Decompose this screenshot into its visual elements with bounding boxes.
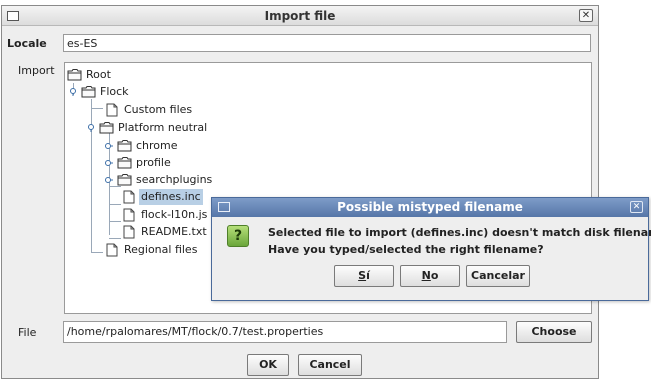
folder-icon (67, 69, 82, 81)
file-icon (123, 208, 135, 222)
file-icon (123, 225, 135, 239)
tree-label-custom-files: Custom files (124, 103, 193, 116)
tree-label-root: Root (86, 68, 111, 81)
tree-label-profile: profile (136, 156, 171, 169)
cancelar-button[interactable]: Cancelar (466, 265, 530, 287)
file-label: File (18, 326, 37, 339)
folder-icon (117, 174, 132, 186)
folder-icon (99, 122, 114, 134)
mistyped-filename-dialog: Possible mistyped filename ✕ ? Selected … (211, 197, 651, 301)
folder-icon (81, 86, 96, 98)
window-titlebar[interactable]: Import file ✕ (2, 6, 598, 26)
tree-label-platform-neutral: Platform neutral (118, 121, 208, 134)
cancel-button[interactable]: Cancel (298, 354, 362, 376)
tree-node-chrome[interactable]: chrome (105, 138, 225, 154)
import-label: Import (18, 64, 55, 77)
yes-button[interactable]: Sí (334, 265, 394, 287)
ok-button[interactable]: OK (247, 354, 289, 376)
tree-node-profile[interactable]: profile (105, 155, 225, 171)
tree-toggle-icon[interactable] (105, 142, 113, 150)
no-mnemonic: N (421, 269, 431, 282)
no-button[interactable]: No (400, 265, 460, 287)
dialog-titlebar[interactable]: Possible mistyped filename ✕ (212, 198, 648, 217)
tree-label-readme: README.txt (141, 225, 207, 238)
tree-node-flock[interactable]: Flock (69, 84, 129, 100)
tree-toggle-icon[interactable] (105, 159, 113, 167)
yes-mnemonic: S (358, 269, 367, 282)
tree-label-defines-inc: defines.inc (139, 189, 203, 205)
close-icon[interactable]: ✕ (579, 9, 593, 22)
locale-label: Locale (7, 37, 47, 50)
tree-label-chrome: chrome (136, 139, 178, 152)
tree-label-regional-files: Regional files (124, 243, 198, 256)
dialog-message-line2: Have you typed/selected the right filena… (268, 243, 544, 256)
tree-toggle-icon[interactable] (105, 176, 113, 184)
file-icon (106, 103, 118, 117)
folder-icon (117, 140, 132, 152)
locale-field[interactable]: es-ES (63, 34, 591, 52)
window-title: Import file (264, 9, 336, 23)
yes-label-rest: í (366, 269, 370, 282)
tree-label-flock: Flock (100, 85, 129, 98)
file-icon (106, 243, 118, 257)
choose-button[interactable]: Choose (516, 321, 592, 343)
dialog-message-line1: Selected file to import (defines.inc) do… (268, 226, 651, 239)
dialog-title: Possible mistyped filename (337, 200, 523, 214)
no-label-rest: o (430, 269, 439, 282)
folder-icon (117, 157, 132, 169)
tree-toggle-icon[interactable] (69, 88, 77, 96)
file-path-field[interactable]: /home/rpalomares/MT/flock/0.7/test.prope… (63, 321, 507, 343)
dialog-close-icon[interactable]: ✕ (630, 201, 643, 213)
question-icon: ? (227, 225, 249, 247)
tree-label-flock-l10n: flock-l10n.js (141, 208, 208, 221)
file-icon (123, 190, 135, 204)
tree-label-searchplugins: searchplugins (136, 173, 213, 186)
tree-toggle-icon[interactable] (87, 124, 95, 132)
tree-node-platform-neutral[interactable]: Platform neutral (87, 120, 247, 136)
import-file-window: Import file ✕ Locale es-ES Import Root F… (1, 5, 599, 379)
tree-node-searchplugins[interactable]: searchplugins (105, 172, 265, 188)
